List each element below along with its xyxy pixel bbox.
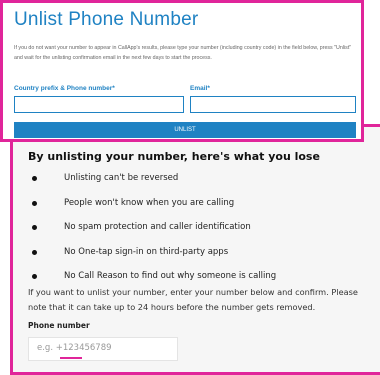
highlight-frame xyxy=(10,124,13,375)
list-item-text: Unlisting can't be reversed xyxy=(64,173,179,183)
phone-field[interactable] xyxy=(14,96,184,113)
form-description: If you do not want your number to appear… xyxy=(14,45,352,61)
email-field[interactable] xyxy=(190,96,356,113)
email-field-label: Email* xyxy=(190,85,210,92)
losses-heading: By unlisting your number, here's what yo… xyxy=(28,150,320,163)
bullet-icon xyxy=(32,225,37,230)
list-item-text: People won't know when you are calling xyxy=(64,197,235,208)
phone-number-placeholder: e.g. +123456789 xyxy=(37,343,112,353)
unlist-button[interactable]: UNLIST xyxy=(14,122,356,138)
list-item-text: No One-tap sign-in on third-party apps xyxy=(64,246,229,257)
list-item-text: No spam protection and caller identifica… xyxy=(64,222,251,232)
page-title: Unlist Phone Number xyxy=(14,9,199,30)
bullet-icon xyxy=(32,274,37,279)
bullet-icon xyxy=(32,249,37,255)
phone-field-label: Country prefix & Phone number* xyxy=(14,85,115,92)
bullet-icon xyxy=(32,176,37,181)
unlist-form-panel: Unlist Phone Number If you do not want y… xyxy=(0,0,364,142)
unlist-instructions: If you want to unlist your number, enter… xyxy=(28,287,358,312)
bullet-icon xyxy=(32,200,37,206)
highlight-underline xyxy=(60,357,82,359)
phone-number-label: Phone number xyxy=(28,321,90,330)
